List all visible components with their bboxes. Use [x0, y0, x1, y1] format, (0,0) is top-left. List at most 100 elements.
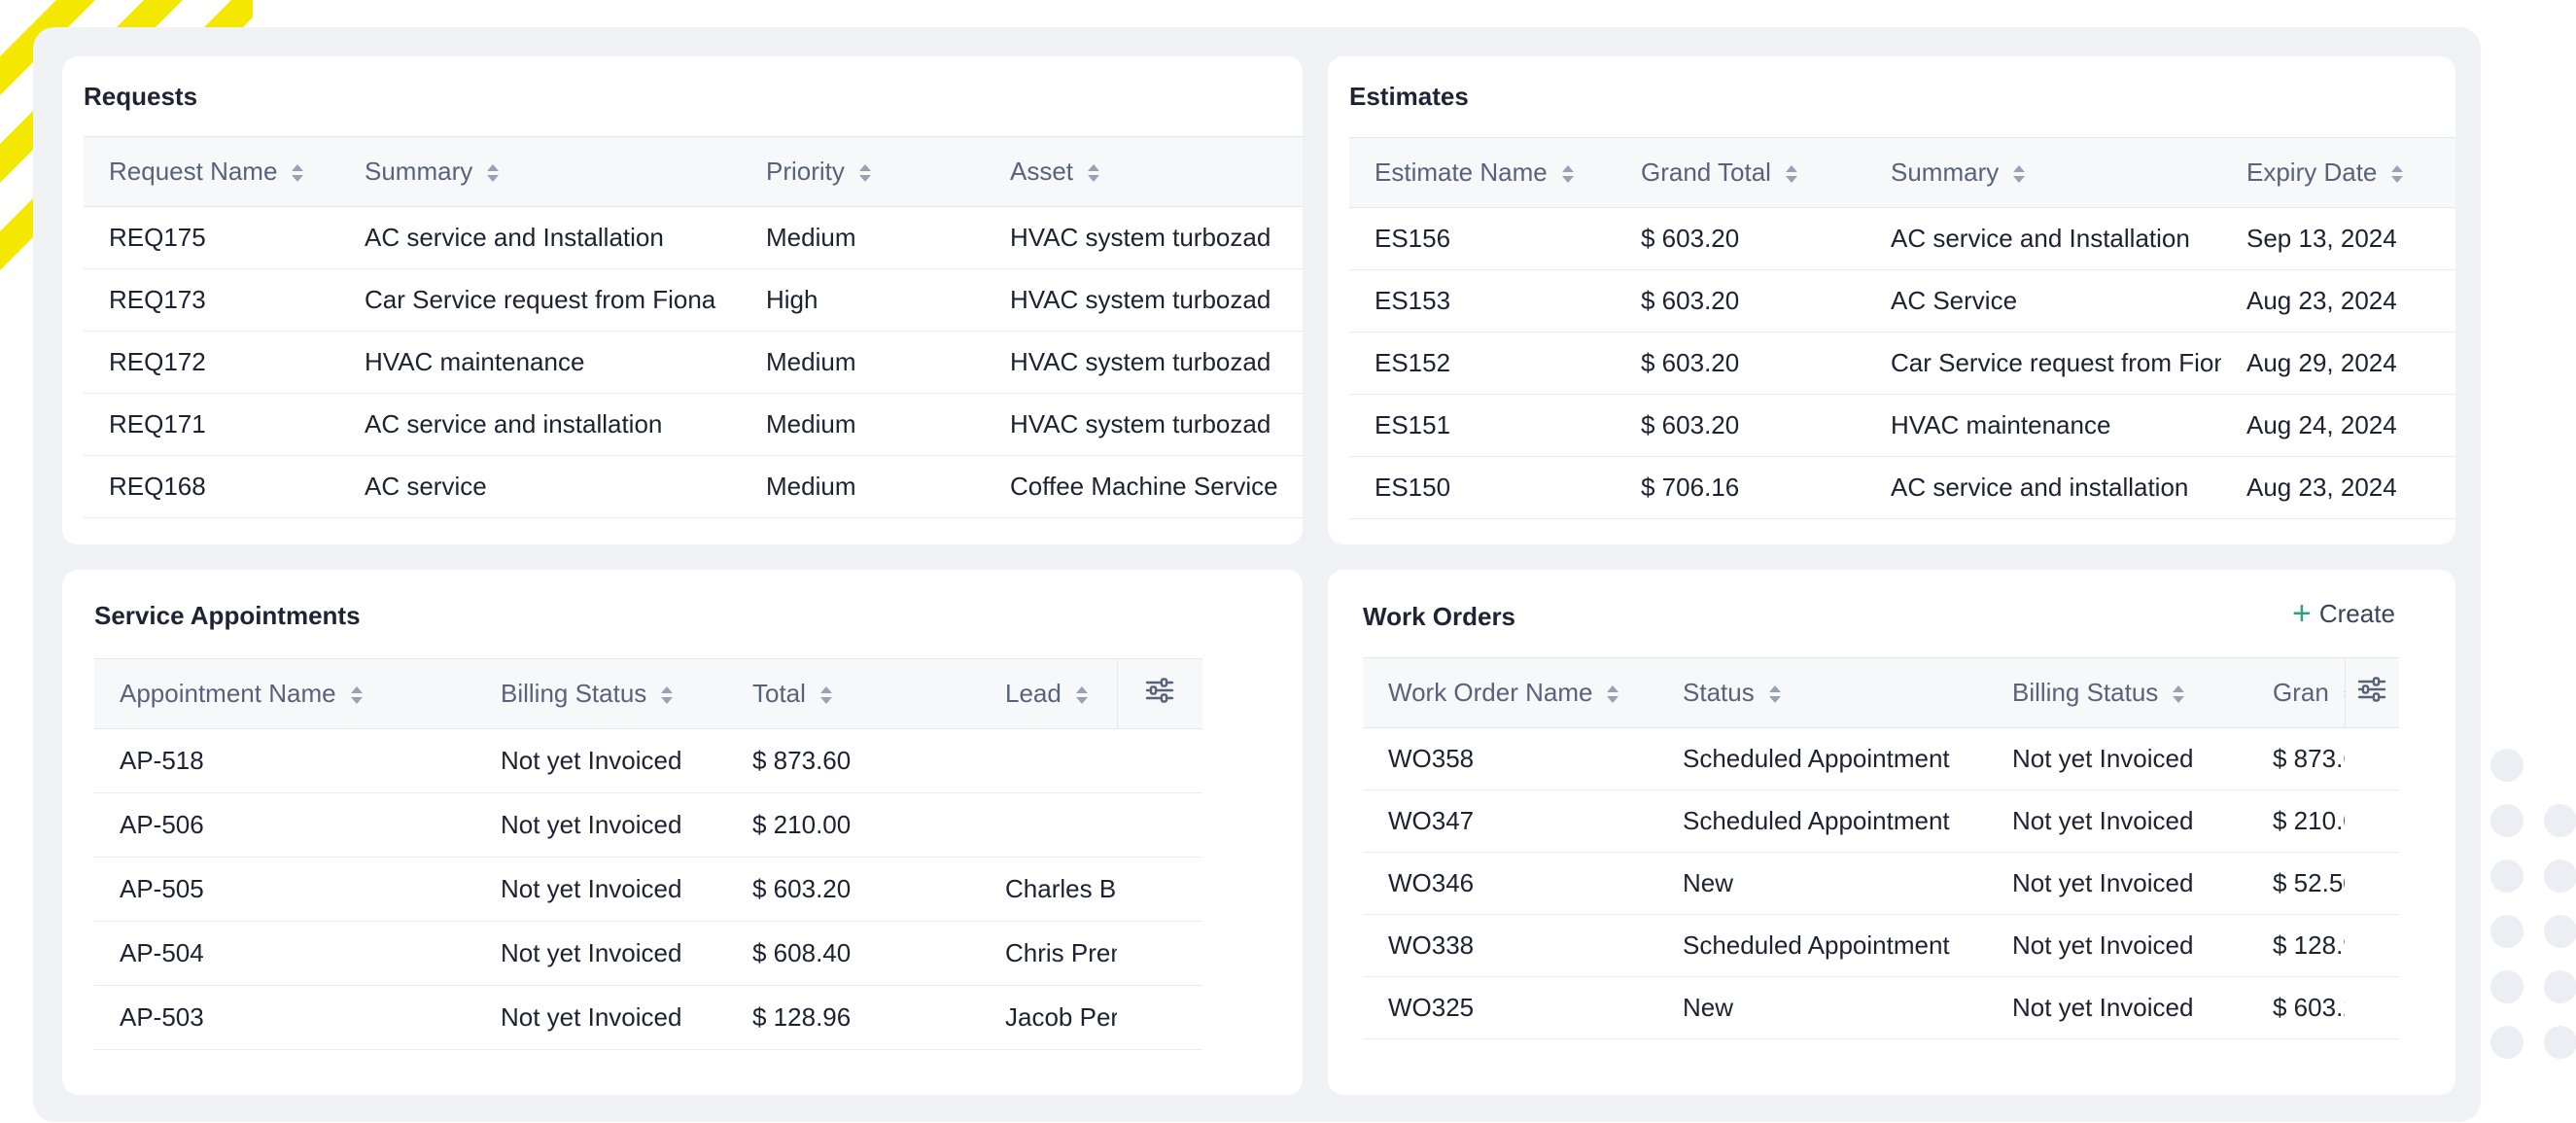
table-cell: ES152 — [1349, 332, 1616, 395]
table-cell-spacer — [1117, 985, 1202, 1050]
table-row[interactable]: REQ171 AC service and installation Medium H… — [84, 393, 1303, 456]
table-row[interactable]: ES153 $ 603.20 AC Service Aug 23, 2024 — [1349, 269, 2455, 333]
table-cell: HVAC system turbozad — [985, 268, 1303, 332]
sort-icon[interactable] — [660, 684, 674, 706]
plus-icon: + — [2292, 595, 2312, 632]
column-header[interactable]: Request Name — [84, 136, 339, 207]
table-cell-spacer — [1117, 857, 1202, 922]
table-row[interactable]: REQ168 AC service Medium Coffee Machine Ser… — [84, 455, 1303, 518]
table-cell: Car Service request from Fiona — [1865, 332, 2221, 395]
sort-icon[interactable] — [486, 162, 500, 184]
sort-icon[interactable] — [2172, 684, 2185, 705]
table-cell: AP-503 — [94, 985, 475, 1050]
create-work-order-button[interactable]: + Create — [2292, 597, 2395, 630]
sort-icon[interactable] — [1606, 684, 1619, 705]
table-cell: Medium — [741, 206, 985, 269]
table-cell: HVAC system turbozad — [985, 206, 1303, 269]
column-header[interactable]: Priority — [741, 136, 985, 207]
table-cell: ES156 — [1349, 207, 1616, 270]
column-header[interactable]: Appointment Name — [94, 658, 475, 729]
estimates-title: Estimates — [1349, 82, 1469, 111]
column-header[interactable]: Summary — [1865, 137, 2221, 208]
column-header-label: Summary — [365, 157, 473, 186]
table-row[interactable]: ES152 $ 603.20 Car Service request from Fi… — [1349, 332, 2455, 395]
table-cell: New — [1657, 976, 1987, 1039]
column-header[interactable]: Billing Status — [1987, 657, 2247, 728]
column-header[interactable]: Estimate Name — [1349, 137, 1616, 208]
estimates-table: Estimate Name Grand Total Summary Expiry Da… — [1349, 137, 2455, 519]
table-cell: AC Service — [1865, 269, 2221, 333]
table-cell: AC service and installation — [339, 393, 741, 456]
column-header[interactable]: Asset — [985, 136, 1303, 207]
table-cell: Jacob Peralta Jr — [980, 985, 1117, 1050]
table-row[interactable]: AP-503Not yet Invoiced$ 128.96Jacob Pera… — [94, 985, 1202, 1050]
sort-icon[interactable] — [858, 162, 872, 184]
table-cell: Not yet Invoiced — [1987, 790, 2247, 853]
column-header-label: Priority — [766, 157, 845, 186]
table-cell: $ 603.20 — [1616, 332, 1865, 395]
column-header-label: Gran — [2273, 678, 2329, 707]
sort-icon[interactable] — [291, 162, 304, 184]
column-header-label: Billing Status — [2012, 678, 2159, 707]
table-row[interactable]: AP-518 Not yet Invoiced $ 873.60 — [94, 728, 1202, 793]
sort-icon[interactable] — [1561, 163, 1575, 185]
table-row[interactable]: AP-506 Not yet Invoiced $ 210.00 — [94, 792, 1202, 858]
column-header[interactable]: Lead — [980, 658, 1117, 729]
table-row[interactable]: REQ175 AC service and Installation Medium H… — [84, 206, 1303, 269]
sort-icon[interactable] — [2012, 163, 2026, 185]
table-cell: $ 128.96 — [2247, 914, 2345, 977]
table-row[interactable]: WO346NewNot yet Invoiced$ 52.50 — [1363, 852, 2399, 915]
sort-icon[interactable] — [1768, 684, 1782, 705]
sort-icon[interactable] — [1785, 163, 1798, 185]
table-row[interactable]: AP-504Not yet Invoiced$ 608.40Chris Pren… — [94, 921, 1202, 986]
table-cell: WO338 — [1363, 914, 1657, 977]
table-row[interactable]: ES156 $ 603.20 AC service and Installation… — [1349, 207, 2455, 270]
sort-icon[interactable] — [819, 684, 833, 706]
table-cell: HVAC system turbozad — [985, 331, 1303, 394]
table-cell: WO347 — [1363, 790, 1657, 853]
column-header[interactable]: Expiry Date — [2221, 137, 2455, 208]
column-header[interactable]: Total — [727, 658, 980, 729]
table-row[interactable]: REQ172 HVAC maintenance Medium HVAC system … — [84, 331, 1303, 394]
table-cell: $ 603.20 — [2247, 976, 2345, 1039]
column-header[interactable]: Status — [1657, 657, 1987, 728]
table-cell: $ 873.60 — [727, 728, 980, 793]
column-header[interactable]: Summary — [339, 136, 741, 207]
table-cell: $ 873.60 — [2247, 727, 2345, 790]
table-cell: $ 603.20 — [727, 857, 980, 922]
table-cell-spacer — [2345, 727, 2399, 790]
table-cell: ES151 — [1349, 394, 1616, 457]
table-row[interactable]: WO338 Scheduled Appointment Not yet Invoic… — [1363, 914, 2399, 977]
table-cell: AC service and Installation — [339, 206, 741, 269]
column-header[interactable]: Grand Total — [1616, 137, 1865, 208]
table-cell: Not yet Invoiced — [475, 985, 727, 1050]
column-header[interactable]: Gran — [2247, 657, 2345, 728]
column-settings-button[interactable] — [2344, 657, 2399, 728]
table-row[interactable]: REQ173 Car Service request from Fiona High… — [84, 268, 1303, 332]
table-cell: AC service — [339, 455, 741, 518]
table-cell-spacer — [1117, 792, 1202, 858]
table-cell: Scheduled Appointment — [1657, 727, 1987, 790]
table-row[interactable]: WO347 Scheduled Appointment Not yet Invoic… — [1363, 790, 2399, 853]
table-cell: WO325 — [1363, 976, 1657, 1039]
sort-icon[interactable] — [1087, 162, 1100, 184]
sort-icon[interactable] — [2390, 163, 2404, 185]
column-header[interactable]: Work Order Name — [1363, 657, 1657, 728]
table-cell: Not yet Invoiced — [1987, 852, 2247, 915]
column-settings-button[interactable] — [1116, 658, 1202, 729]
table-cell: WO346 — [1363, 852, 1657, 915]
service-appointments-table: Appointment Name Billing Status Total Lead A… — [94, 658, 1202, 1050]
table-cell: $ 603.20 — [1616, 394, 1865, 457]
column-header[interactable]: Billing Status — [475, 658, 727, 729]
table-cell: ES150 — [1349, 456, 1616, 519]
table-row[interactable]: WO325NewNot yet Invoiced$ 603.20 — [1363, 976, 2399, 1039]
sort-icon[interactable] — [1075, 684, 1089, 706]
table-cell: $ 608.40 — [727, 921, 980, 986]
create-label: Create — [2318, 598, 2395, 628]
sort-icon[interactable] — [350, 684, 364, 706]
column-header-label: Grand Total — [1641, 158, 1771, 187]
table-row[interactable]: WO358 Scheduled Appointment Not yet Invoic… — [1363, 727, 2399, 790]
table-row[interactable]: ES151 $ 603.20 HVAC maintenance Aug 24, 202… — [1349, 394, 2455, 457]
table-row[interactable]: AP-505Not yet Invoiced$ 603.20Charles Bo… — [94, 857, 1202, 922]
table-row[interactable]: ES150 $ 706.16 AC service and installation… — [1349, 456, 2455, 519]
